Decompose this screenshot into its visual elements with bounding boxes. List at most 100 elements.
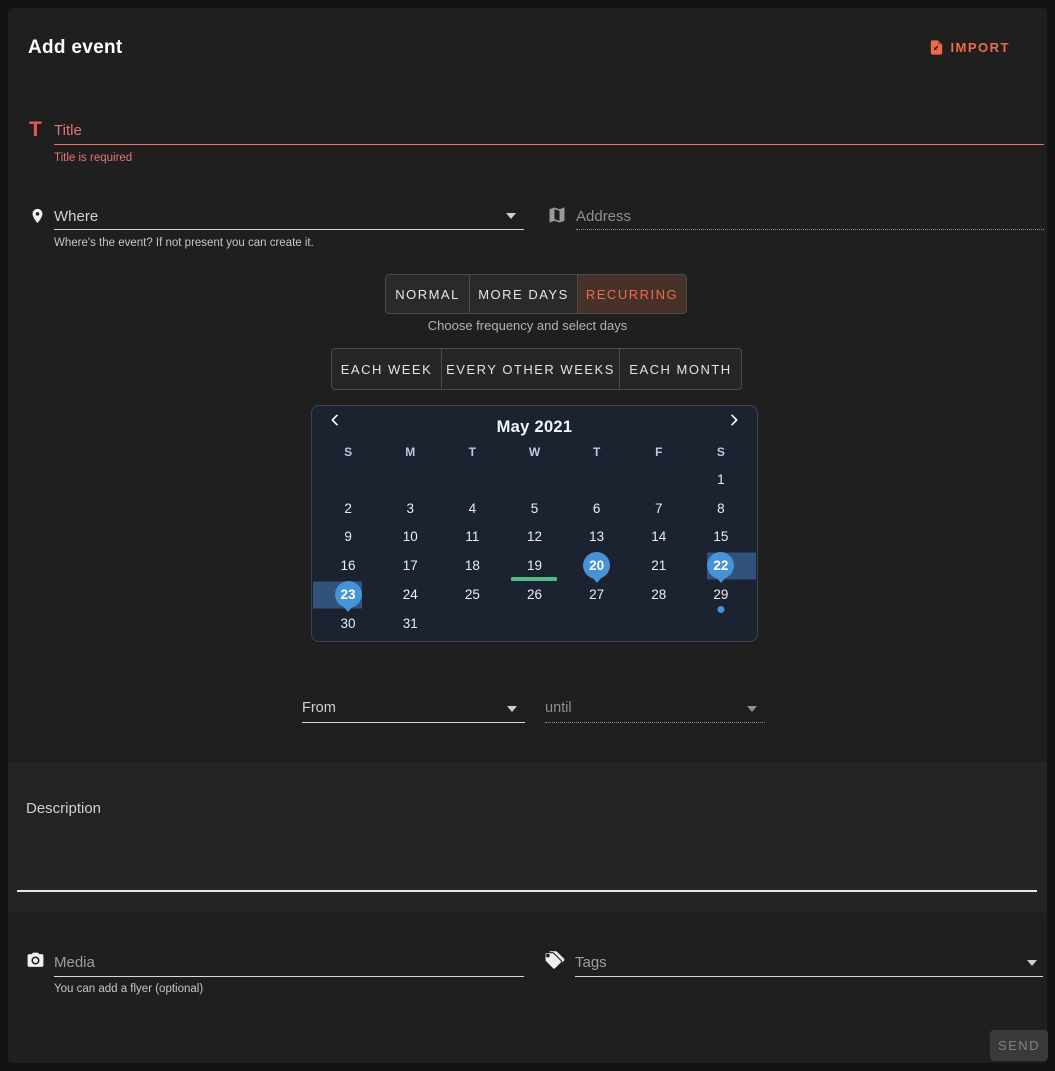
calendar-day-number: 8 bbox=[717, 501, 725, 516]
calendar-next-button[interactable] bbox=[723, 409, 745, 431]
calendar-day-number: 25 bbox=[465, 587, 480, 602]
calendar-day[interactable]: 30 bbox=[317, 609, 379, 638]
send-button[interactable]: SEND bbox=[990, 1030, 1048, 1061]
calendar-day[interactable]: 3 bbox=[379, 494, 441, 523]
address-placeholder: Address bbox=[576, 208, 631, 225]
calendar-day[interactable]: 2 bbox=[317, 494, 379, 523]
calendar-day[interactable]: 20 bbox=[566, 551, 628, 580]
description-underline bbox=[17, 890, 1037, 892]
calendar-day-number: 22 bbox=[707, 552, 734, 579]
calendar-week-row: 16 1718 19 20 21 22 bbox=[317, 551, 752, 580]
import-label: IMPORT bbox=[950, 40, 1010, 55]
calendar-day[interactable]: 16 bbox=[317, 551, 379, 580]
calendar-day[interactable]: 31 bbox=[379, 609, 441, 638]
calendar-day-empty bbox=[317, 465, 379, 494]
calendar-day[interactable]: 12 bbox=[503, 523, 565, 552]
tab-more-days[interactable]: MORE DAYS bbox=[469, 275, 577, 313]
media-input[interactable]: Media bbox=[54, 949, 524, 977]
each-week-button[interactable]: EACH WEEK bbox=[332, 349, 441, 389]
tab-normal[interactable]: NORMAL bbox=[386, 275, 469, 313]
media-placeholder: Media bbox=[54, 954, 95, 971]
calendar-day[interactable]: 11 bbox=[441, 523, 503, 552]
calendar-day-number: 28 bbox=[651, 587, 666, 602]
calendar-header: May 2021 bbox=[312, 414, 757, 440]
calendar-day-number: 3 bbox=[406, 501, 414, 516]
camera-icon bbox=[25, 951, 46, 975]
until-time-select[interactable]: until bbox=[545, 695, 765, 723]
calendar-day[interactable]: 13 bbox=[566, 523, 628, 552]
calendar-day[interactable]: 23 bbox=[317, 580, 379, 609]
calendar-day[interactable]: 7 bbox=[628, 494, 690, 523]
each-month-button[interactable]: EACH MONTH bbox=[619, 349, 741, 389]
calendar-day-number: 14 bbox=[651, 529, 666, 544]
description-textarea[interactable] bbox=[26, 800, 1029, 873]
calendar: May 2021 SMTWTFS 12345678910111213141516… bbox=[311, 405, 758, 642]
calendar-day[interactable]: 21 bbox=[628, 551, 690, 580]
calendar-day[interactable]: 29 bbox=[690, 580, 752, 609]
from-placeholder: From bbox=[302, 700, 336, 716]
calendar-day-number: 21 bbox=[651, 558, 666, 573]
calendar-day-empty bbox=[441, 609, 503, 638]
calendar-day-empty bbox=[566, 609, 628, 638]
calendar-day[interactable]: 26 bbox=[503, 580, 565, 609]
chevron-down-icon bbox=[1027, 960, 1037, 966]
calendar-day[interactable]: 4 bbox=[441, 494, 503, 523]
calendar-day-number: 6 bbox=[593, 501, 601, 516]
from-time-select[interactable]: From bbox=[302, 695, 525, 723]
every-other-weeks-button[interactable]: EVERY OTHER WEEKS bbox=[441, 349, 619, 389]
calendar-day[interactable]: 6 bbox=[566, 494, 628, 523]
calendar-day[interactable]: 1 bbox=[690, 465, 752, 494]
calendar-day[interactable]: 17 bbox=[379, 551, 441, 580]
calendar-day[interactable]: 5 bbox=[503, 494, 565, 523]
calendar-day[interactable]: 24 bbox=[379, 580, 441, 609]
calendar-day-number: 15 bbox=[713, 529, 728, 544]
calendar-day[interactable]: 14 bbox=[628, 523, 690, 552]
calendar-weekday: M bbox=[379, 445, 441, 459]
calendar-day-number: 1 bbox=[717, 472, 725, 487]
calendar-day[interactable]: 9 bbox=[317, 523, 379, 552]
chevron-down-icon bbox=[747, 706, 757, 712]
calendar-day[interactable]: 10 bbox=[379, 523, 441, 552]
add-event-card: Add event IMPORT T Title Title is requir… bbox=[8, 8, 1047, 1063]
tags-placeholder: Tags bbox=[575, 954, 607, 971]
where-select[interactable]: Where bbox=[54, 203, 524, 230]
calendar-day-empty bbox=[566, 465, 628, 494]
address-input[interactable]: Address bbox=[576, 203, 1044, 230]
calendar-day[interactable]: 27 bbox=[566, 580, 628, 609]
calendar-day-number: 4 bbox=[469, 501, 477, 516]
tags-select[interactable]: Tags bbox=[575, 949, 1043, 977]
calendar-week-row: 30 31 bbox=[317, 609, 752, 638]
calendar-prev-button[interactable] bbox=[324, 409, 346, 431]
title-text-icon: T bbox=[29, 119, 42, 140]
location-pin-icon bbox=[29, 205, 46, 232]
chevron-down-icon bbox=[506, 213, 516, 219]
title-error-text: Title is required bbox=[54, 152, 132, 164]
calendar-day-empty bbox=[628, 609, 690, 638]
calendar-day-number: 26 bbox=[527, 587, 542, 602]
until-placeholder: until bbox=[545, 700, 572, 716]
calendar-day[interactable]: 18 bbox=[441, 551, 503, 580]
calendar-day-empty bbox=[441, 465, 503, 494]
import-button[interactable]: IMPORT bbox=[928, 39, 1010, 56]
calendar-weekday: W bbox=[503, 445, 565, 459]
calendar-grid: 1234567891011121314151617181920212223242… bbox=[317, 465, 752, 638]
calendar-week-row: 910111213 14 15 bbox=[317, 523, 752, 552]
calendar-weekday: T bbox=[441, 445, 503, 459]
calendar-day-number: 7 bbox=[655, 501, 663, 516]
calendar-day[interactable]: 15 bbox=[690, 523, 752, 552]
calendar-day-number: 19 bbox=[527, 558, 542, 573]
calendar-day[interactable]: 19 bbox=[503, 551, 565, 580]
calendar-day-number: 30 bbox=[341, 616, 356, 631]
calendar-day-number: 2 bbox=[344, 501, 352, 516]
calendar-day-number: 16 bbox=[341, 558, 356, 573]
calendar-day[interactable]: 22 bbox=[690, 551, 752, 580]
title-input[interactable]: Title bbox=[54, 118, 1044, 145]
calendar-weekday: F bbox=[628, 445, 690, 459]
calendar-day-number: 31 bbox=[403, 616, 418, 631]
tab-recurring[interactable]: RECURRING bbox=[577, 275, 686, 313]
where-helper-text: Where's the event? If not present you ca… bbox=[54, 237, 314, 249]
calendar-day[interactable]: 25 bbox=[441, 580, 503, 609]
calendar-day[interactable]: 28 bbox=[628, 580, 690, 609]
calendar-day-number: 27 bbox=[589, 587, 604, 602]
calendar-day[interactable]: 8 bbox=[690, 494, 752, 523]
